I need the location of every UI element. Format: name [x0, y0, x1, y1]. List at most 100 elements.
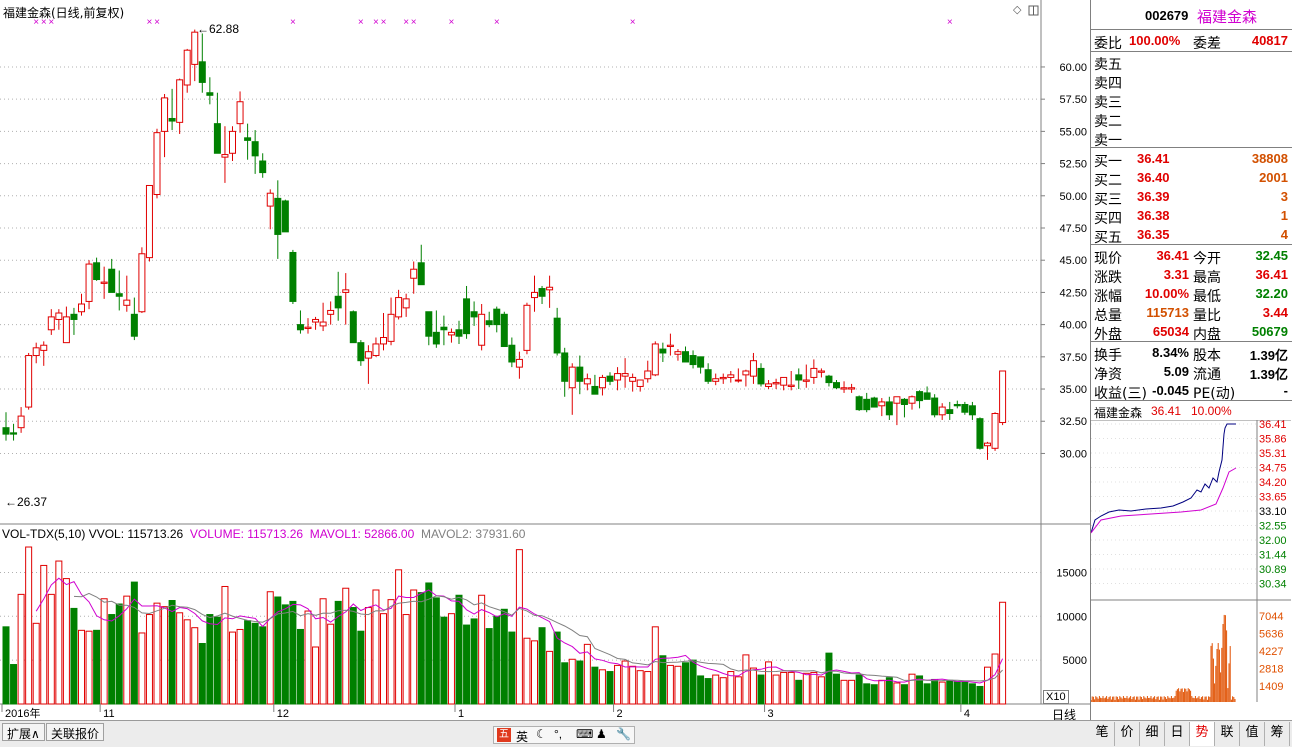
volume-bar[interactable] — [40, 564, 48, 705]
volume-bar[interactable] — [478, 594, 486, 705]
volume-bar[interactable] — [795, 679, 803, 705]
candle-body[interactable] — [878, 401, 886, 407]
candle-body[interactable] — [402, 298, 410, 309]
candle-body[interactable] — [470, 311, 478, 318]
right-tab[interactable]: 筹 — [1265, 722, 1290, 746]
candle-body[interactable] — [515, 358, 523, 368]
candle-body[interactable] — [32, 347, 40, 357]
right-tab[interactable]: 值 — [1240, 722, 1265, 746]
volume-bar[interactable] — [968, 683, 976, 705]
candle-body[interactable] — [25, 355, 33, 408]
volume-bar[interactable] — [946, 679, 954, 705]
candle-body[interactable] — [870, 397, 878, 408]
volume-bar[interactable] — [296, 628, 304, 705]
candle-body[interactable] — [183, 49, 191, 86]
volume-bar[interactable] — [515, 549, 523, 705]
candle-body[interactable] — [946, 409, 954, 415]
candle-body[interactable] — [319, 321, 327, 327]
candle-body[interactable] — [236, 101, 244, 125]
candle-body[interactable] — [281, 200, 289, 233]
candle-body[interactable] — [485, 320, 493, 326]
volume-bar[interactable] — [931, 678, 939, 705]
volume-bar[interactable] — [772, 674, 780, 705]
volume-bar[interactable] — [704, 678, 712, 705]
volume-bar[interactable] — [10, 664, 18, 705]
candle-body[interactable] — [568, 366, 576, 389]
candle-body[interactable] — [840, 387, 848, 390]
candle-body[interactable] — [953, 403, 961, 407]
candle-body[interactable] — [327, 309, 335, 315]
event-marker[interactable]: × — [630, 17, 636, 28]
candle-body[interactable] — [900, 398, 908, 405]
volume-bar[interactable] — [145, 614, 153, 705]
candle-body[interactable] — [334, 295, 342, 309]
candle-body[interactable] — [221, 154, 229, 158]
volume-bar[interactable] — [719, 677, 727, 705]
candle-body[interactable] — [682, 351, 689, 363]
right-tab[interactable]: 势 — [1190, 722, 1215, 746]
candle-body[interactable] — [908, 396, 916, 404]
candle-body[interactable] — [176, 79, 184, 123]
volume-bar[interactable] — [410, 589, 418, 705]
candle-body[interactable] — [508, 344, 516, 363]
volume-bar[interactable] — [183, 619, 191, 705]
candle-body[interactable] — [629, 376, 637, 382]
volume-bar[interactable] — [221, 585, 229, 705]
ime-lang[interactable]: 英 — [516, 728, 528, 745]
candle-body[interactable] — [938, 406, 946, 416]
volume-bar[interactable] — [138, 632, 146, 705]
candle-body[interactable] — [191, 31, 199, 65]
volume-bar[interactable] — [206, 614, 214, 705]
volume-bar[interactable] — [447, 613, 455, 705]
event-marker[interactable]: × — [411, 17, 417, 28]
volume-bar[interactable] — [923, 683, 931, 705]
candle-body[interactable] — [825, 375, 833, 384]
candle-body[interactable] — [372, 343, 380, 357]
volume-bar[interactable] — [689, 659, 697, 705]
candle-body[interactable] — [855, 396, 863, 411]
volume-bar[interactable] — [244, 620, 252, 705]
diamond-icon[interactable]: ◇ — [1013, 3, 1021, 16]
volume-bar[interactable] — [266, 591, 274, 705]
right-tab[interactable]: 笔 — [1090, 722, 1115, 746]
volume-bar[interactable] — [591, 666, 599, 705]
volume-bar[interactable] — [100, 598, 108, 705]
candle-body[interactable] — [130, 313, 138, 337]
candle-body[interactable] — [123, 299, 131, 306]
event-marker[interactable]: × — [154, 17, 160, 28]
right-tab[interactable]: 价 — [1115, 722, 1140, 746]
volume-bar[interactable] — [531, 640, 538, 705]
volume-bar[interactable] — [674, 665, 682, 705]
candle-body[interactable] — [893, 396, 901, 404]
volume-bar[interactable] — [213, 616, 221, 705]
volume-bar[interactable] — [802, 672, 810, 705]
candle-body[interactable] — [229, 130, 236, 154]
volume-bar[interactable] — [787, 671, 795, 705]
candle-body[interactable] — [583, 378, 591, 385]
candle-body[interactable] — [289, 251, 297, 302]
candle-body[interactable] — [817, 370, 825, 373]
candle-body[interactable] — [976, 418, 984, 449]
volume-bar[interactable] — [327, 623, 335, 705]
candle-body[interactable] — [553, 317, 561, 354]
volume-bar[interactable] — [47, 593, 55, 705]
volume-bar[interactable] — [485, 628, 493, 705]
candle-body[interactable] — [145, 184, 153, 259]
candle-body[interactable] — [312, 318, 320, 323]
volume-bar[interactable] — [115, 603, 123, 705]
volume-bar[interactable] — [32, 622, 40, 705]
candle-body[interactable] — [425, 311, 433, 337]
volume-bar[interactable] — [953, 681, 961, 705]
volume-bar[interactable] — [561, 662, 569, 705]
candle-body[interactable] — [349, 311, 357, 344]
kline-chart[interactable]: 60.00 57.50 55.00 52.50 50.00 47.50 45.00 42.50… — [0, 0, 1090, 720]
volume-bar[interactable] — [463, 624, 471, 705]
candle-body[interactable] — [380, 337, 387, 345]
volume-bar[interactable] — [342, 587, 350, 705]
candle-body[interactable] — [704, 369, 712, 382]
volume-bar[interactable] — [682, 662, 689, 705]
volume-bar[interactable] — [153, 602, 161, 705]
volume-bar[interactable] — [742, 654, 750, 705]
volume-bar[interactable] — [2, 626, 10, 705]
candle-body[interactable] — [848, 387, 856, 390]
